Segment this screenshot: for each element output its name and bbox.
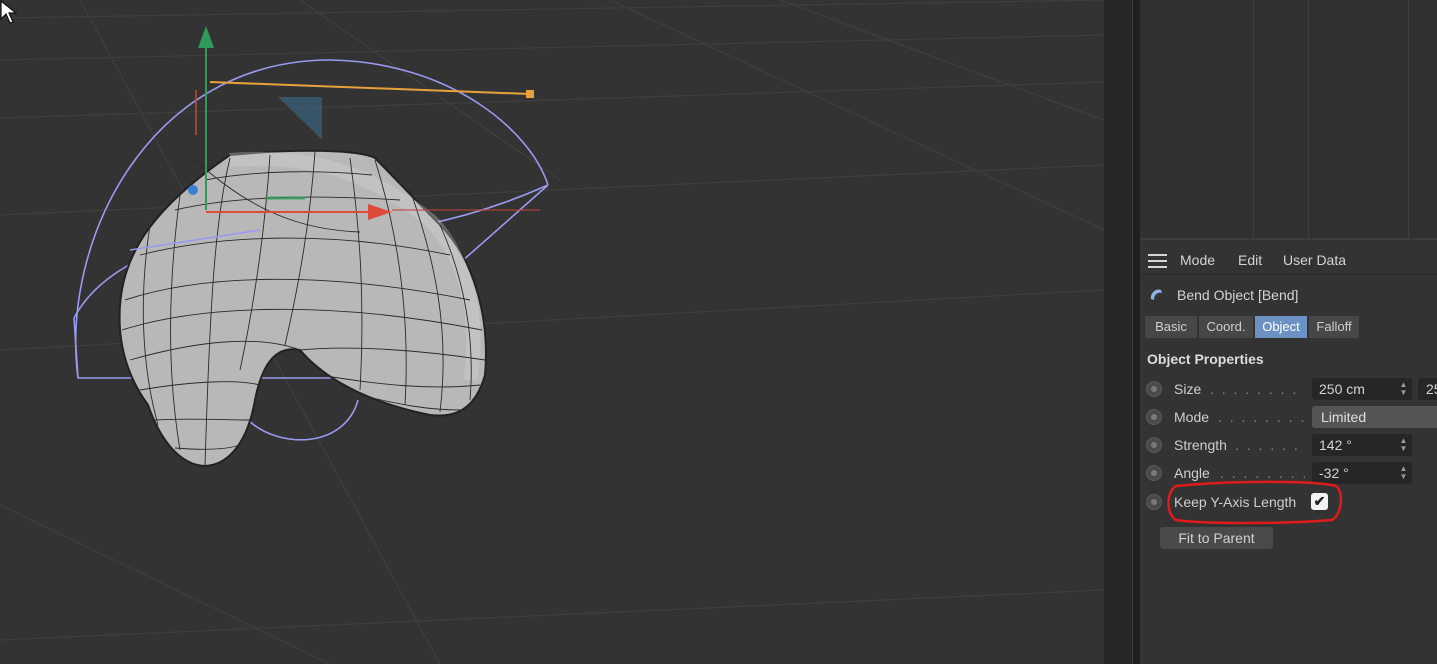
spinner-icon[interactable]: ▲ ▼ bbox=[1399, 381, 1408, 397]
keep-y-axis-checkbox[interactable]: ✔ bbox=[1311, 493, 1328, 510]
attributes-menu-bar: Mode Edit User Data bbox=[1140, 246, 1437, 275]
strength-field[interactable]: 142 ° ▲ ▼ bbox=[1312, 434, 1412, 456]
leader-dots: . . . . . . . . . . . . bbox=[1210, 381, 1305, 397]
mode-dropdown[interactable]: Limited bbox=[1312, 406, 1437, 428]
prop-size: Size . . . . . . . . . . . . 250 cm ▲▼ 2… bbox=[1140, 378, 1437, 402]
animate-radio[interactable] bbox=[1146, 409, 1162, 425]
fit-to-parent-button[interactable]: Fit to Parent bbox=[1160, 527, 1273, 549]
prop-label: Mode bbox=[1174, 409, 1210, 425]
menu-user-data[interactable]: User Data bbox=[1283, 252, 1346, 268]
size-y-field[interactable]: 25 bbox=[1418, 378, 1437, 400]
menu-mode[interactable]: Mode bbox=[1180, 252, 1215, 268]
animate-radio[interactable] bbox=[1146, 381, 1162, 397]
3d-viewport[interactable] bbox=[0, 0, 1104, 664]
tab-basic[interactable]: Basic bbox=[1145, 316, 1197, 338]
om-column-divider bbox=[1308, 0, 1309, 238]
strength-handle bbox=[209, 81, 534, 98]
prop-label: Size bbox=[1174, 381, 1202, 397]
animate-radio[interactable] bbox=[1146, 465, 1162, 481]
bend-deformer-icon bbox=[1150, 289, 1162, 300]
mode-value: Limited bbox=[1321, 409, 1367, 425]
viewport-scene bbox=[0, 0, 1104, 664]
leader-dots: . . . . . . . . . . . bbox=[1218, 409, 1306, 425]
angle-value: -32 ° bbox=[1319, 465, 1349, 481]
plane-handle bbox=[278, 97, 322, 140]
prop-strength: Strength . . . . . . . . 142 ° ▲▼ bbox=[1140, 434, 1437, 458]
prop-mode: Mode . . . . . . . . . . . Limited bbox=[1140, 406, 1437, 430]
right-panel: Mode Edit User Data Bend Object [Bend] B… bbox=[1140, 0, 1437, 664]
prop-keep-y-axis-length: Keep Y-Axis Length ✔ bbox=[1140, 491, 1437, 515]
strength-value: 142 ° bbox=[1319, 437, 1352, 453]
mouse-pointer-icon bbox=[0, 0, 18, 24]
animate-radio[interactable] bbox=[1146, 494, 1162, 510]
menu-edit[interactable]: Edit bbox=[1238, 252, 1262, 268]
spinner-icon[interactable]: ▲ ▼ bbox=[1399, 465, 1408, 481]
tab-coord[interactable]: Coord. bbox=[1199, 316, 1253, 338]
leader-dots: . . . . . . . . bbox=[1235, 437, 1305, 453]
angle-field[interactable]: -32 ° ▲ ▼ bbox=[1312, 462, 1412, 484]
size-y-value: 25 bbox=[1426, 381, 1437, 397]
tab-object[interactable]: Object bbox=[1255, 316, 1307, 338]
leader-dots: . . . . . . . . . . bbox=[1220, 465, 1305, 481]
object-name: Bend Object [Bend] bbox=[1177, 287, 1299, 303]
size-x-value: 250 cm bbox=[1319, 381, 1365, 397]
animate-radio[interactable] bbox=[1146, 437, 1162, 453]
section-title: Object Properties bbox=[1147, 351, 1264, 367]
prop-label: Angle bbox=[1174, 465, 1210, 481]
spinner-icon[interactable]: ▲ ▼ bbox=[1399, 437, 1408, 453]
size-x-field[interactable]: 250 cm ▲ ▼ bbox=[1312, 378, 1412, 400]
prop-label: Keep Y-Axis Length bbox=[1174, 494, 1297, 510]
om-column-divider bbox=[1253, 0, 1254, 238]
viewport-scrollbar[interactable] bbox=[1104, 0, 1132, 664]
object-manager[interactable] bbox=[1140, 0, 1437, 240]
tab-falloff[interactable]: Falloff bbox=[1309, 316, 1359, 338]
om-column-divider bbox=[1408, 0, 1409, 238]
prop-label: Strength bbox=[1174, 437, 1227, 453]
prop-angle: Angle . . . . . . . . . . -32 ° ▲▼ bbox=[1140, 462, 1437, 486]
hamburger-icon[interactable] bbox=[1148, 254, 1167, 268]
